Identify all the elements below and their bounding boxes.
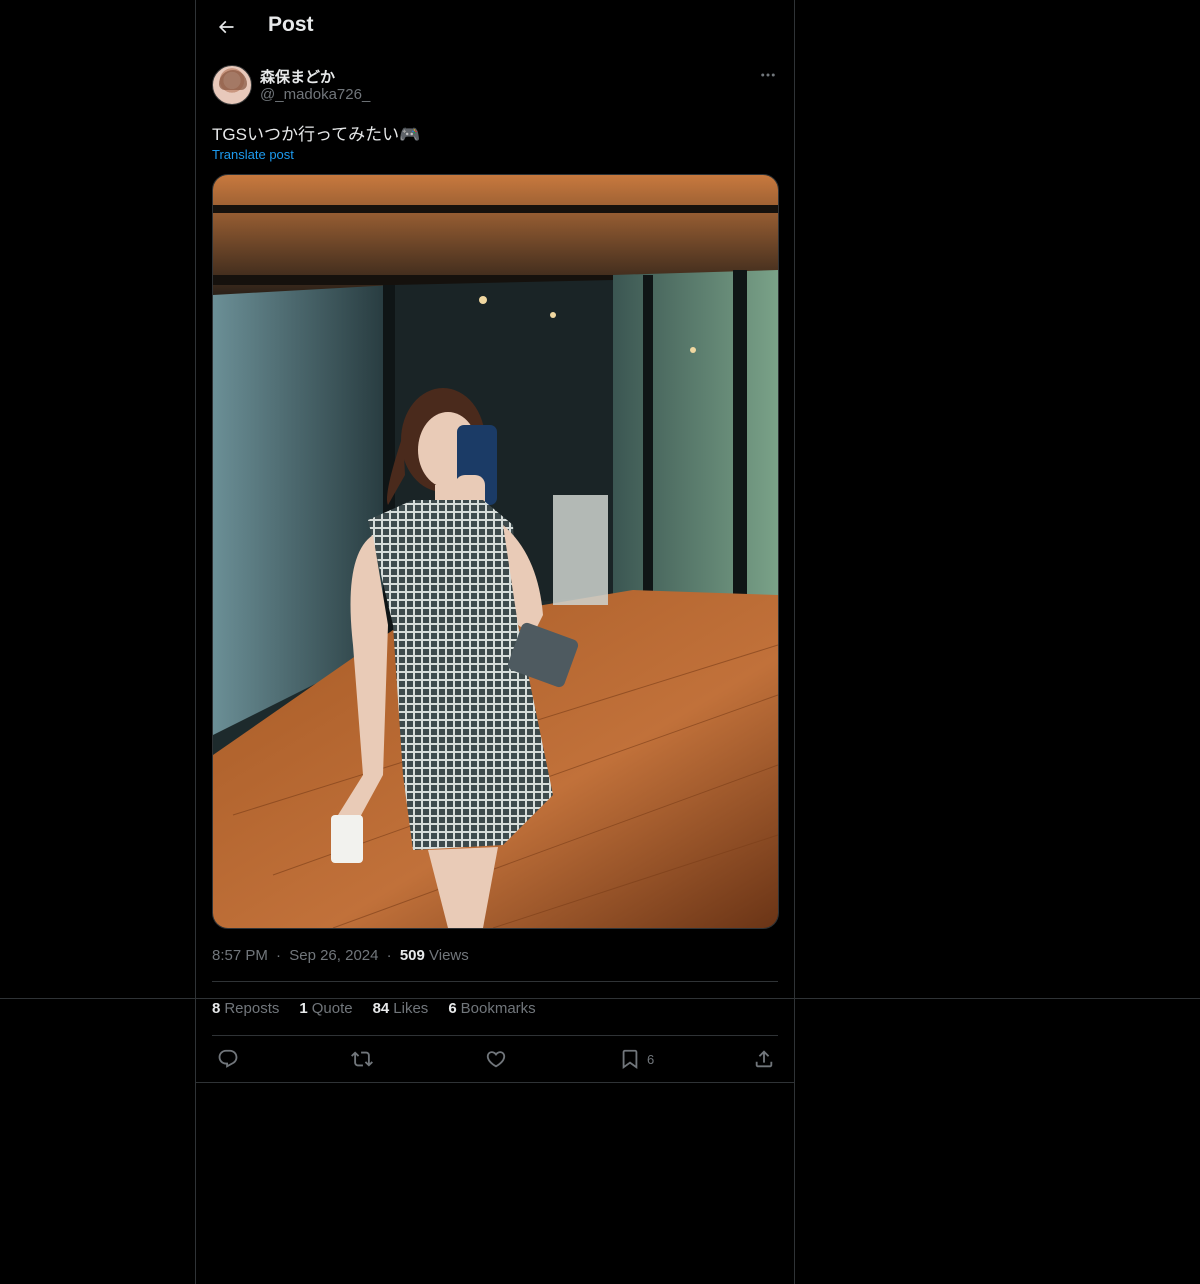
translate-post-link[interactable]: Translate post (212, 147, 294, 162)
more-icon (761, 73, 775, 77)
likes-count: 84 (372, 1000, 390, 1017)
reposts-label: Reposts (224, 1000, 280, 1017)
likes-stat[interactable]: 84 Likes (373, 1000, 429, 1017)
page-header: Post (196, 0, 794, 53)
post-time[interactable]: 8:57 PM (212, 947, 268, 964)
bookmark-count: 6 (647, 1051, 655, 1067)
page-title: Post (268, 13, 314, 36)
repost-icon (351, 1051, 373, 1067)
likes-label: Likes (393, 1000, 429, 1017)
action-bar: 6 (196, 1037, 794, 1082)
post-photo (213, 175, 778, 928)
reply-button[interactable] (217, 1047, 239, 1071)
avatar[interactable] (212, 65, 252, 105)
repost-button[interactable] (351, 1047, 373, 1071)
quotes-stat[interactable]: 1 Quote (299, 1000, 352, 1017)
more-options-button[interactable] (756, 65, 780, 85)
post-metadata: 8:57 PM · Sep 26, 2024 · 509 Views (212, 947, 469, 964)
quotes-count: 1 (299, 1000, 308, 1017)
share-button[interactable] (753, 1047, 775, 1071)
bookmark-button[interactable]: 6 (619, 1047, 654, 1071)
post-date[interactable]: Sep 26, 2024 (289, 947, 378, 964)
bookmarks-stat[interactable]: 6 Bookmarks (448, 1000, 535, 1017)
main-column: Post 森保まどか @_madoka726_ TGSいつか行ってみたい🎮 Tr… (195, 0, 795, 1284)
share-icon (755, 1050, 773, 1068)
bookmark-icon (622, 1049, 638, 1070)
heart-icon (486, 1051, 506, 1068)
post-image[interactable] (212, 174, 779, 929)
page: Post 森保まどか @_madoka726_ TGSいつか行ってみたい🎮 Tr… (0, 0, 1200, 1284)
arrow-left-icon (218, 20, 234, 34)
reply-icon (218, 1049, 238, 1068)
back-button[interactable] (208, 9, 244, 45)
reposts-stat[interactable]: 8 Reposts (212, 1000, 279, 1017)
divider (212, 981, 778, 982)
like-button[interactable] (485, 1047, 507, 1071)
quotes-label: Quote (311, 1000, 353, 1017)
divider (212, 1035, 778, 1036)
post-author: 森保まどか @_madoka726_ (212, 65, 780, 107)
meta-separator: · (386, 947, 392, 964)
post-text: TGSいつか行ってみたい🎮 (212, 125, 421, 144)
views-count: 509 (399, 947, 425, 964)
post-stats: 8 Reposts 1 Quote 84 Likes 6 Bookmarks (212, 1000, 536, 1017)
author-display-name[interactable]: 森保まどか (260, 66, 335, 87)
views-label: Views (429, 947, 469, 964)
bookmarks-label: Bookmarks (460, 1000, 536, 1017)
bookmarks-count: 6 (448, 1000, 457, 1017)
reposts-count: 8 (212, 1000, 221, 1017)
divider (196, 1082, 794, 1083)
author-handle[interactable]: @_madoka726_ (260, 86, 370, 103)
meta-separator: · (276, 947, 282, 964)
